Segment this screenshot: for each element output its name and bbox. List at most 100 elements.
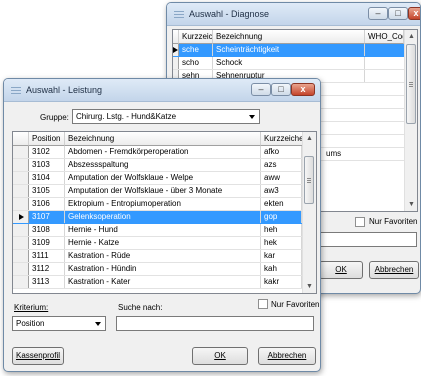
table-row[interactable]: 3104 Amputation der Wolfsklaue - Welpe aww bbox=[13, 172, 302, 185]
cell-position: 3106 bbox=[29, 198, 65, 210]
ok-button[interactable]: OK bbox=[192, 347, 248, 365]
cancel-button-label: Abbrechen bbox=[374, 265, 414, 274]
row-indicator bbox=[13, 263, 29, 275]
ok-button-label: OK bbox=[214, 351, 226, 360]
row-indicator bbox=[13, 250, 29, 262]
thumb-grip bbox=[409, 82, 413, 83]
leistung-grid[interactable]: Position Bezeichnung Kurzzeichen 3102Abd… bbox=[12, 131, 317, 294]
current-row-pointer-icon bbox=[19, 214, 24, 220]
cell-kurzzeichen: aww bbox=[261, 172, 302, 184]
cell-kurzzeichen: scho bbox=[179, 57, 213, 69]
thumb-grip bbox=[409, 84, 413, 85]
maximize-button[interactable]: □ bbox=[271, 83, 291, 96]
table-row[interactable]: 3105 Amputation der Wolfsklaue - über 3 M… bbox=[13, 185, 302, 198]
cell-position: 3104 bbox=[29, 172, 65, 184]
scrollbar-thumb[interactable] bbox=[304, 156, 314, 204]
cell-position: 3111 bbox=[29, 250, 65, 262]
table-row[interactable]: scho Schock bbox=[173, 57, 404, 70]
cell-bezeichnung: Abdomen - Fremdkörperoperation bbox=[65, 146, 261, 158]
app-icon bbox=[11, 87, 21, 94]
cell-kurzzeichen: sche bbox=[179, 44, 213, 56]
cell-kurzzeichen: hek bbox=[261, 237, 302, 249]
table-row[interactable]: sche Scheinträchtigkeit bbox=[173, 44, 404, 57]
row-indicator bbox=[13, 224, 29, 236]
criterion-select-value: Position bbox=[16, 319, 45, 328]
scroll-down-icon[interactable]: ▼ bbox=[303, 280, 316, 293]
cell-bezeichnung: Kastration - Rüde bbox=[65, 250, 261, 262]
table-row[interactable]: 3109 Hernie - Katze hek bbox=[13, 237, 302, 250]
criterion-select[interactable]: Position bbox=[12, 316, 106, 331]
table-row[interactable]: 3106 Ektropium - Entropiumoperation ekten bbox=[13, 198, 302, 211]
cancel-button-label: Abbrechen bbox=[267, 351, 307, 360]
table-row[interactable]: 3113 Kastration - Kater kakr bbox=[13, 276, 302, 289]
scroll-up-icon[interactable]: ▲ bbox=[303, 132, 316, 145]
close-icon: x bbox=[413, 8, 419, 18]
table-row[interactable]: 3102 Abdomen - Fremdkörperoperation afko bbox=[13, 146, 302, 159]
leistung-window: Auswahl - Leistung – □ x Gruppe: Chirurg… bbox=[3, 78, 321, 372]
chevron-down-icon bbox=[95, 322, 101, 326]
criterion-label: Kriterium: bbox=[14, 303, 49, 312]
leistung-titlebar[interactable]: Auswahl - Leistung – □ x bbox=[4, 79, 320, 102]
cell-bezeichnung: Kastration - Hündin bbox=[65, 263, 261, 275]
favorites-checkbox[interactable] bbox=[258, 299, 268, 309]
cell-kurzzeichen: kah bbox=[261, 263, 302, 275]
leistung-title: Auswahl - Leistung bbox=[26, 85, 103, 95]
cell-kurzzeichen: gop bbox=[261, 211, 302, 223]
table-row[interactable]: 3108 Hernie - Hund heh bbox=[13, 224, 302, 237]
thumb-grip bbox=[307, 182, 311, 183]
app-icon bbox=[174, 11, 184, 18]
cell-bezeichnung: Hernie - Hund bbox=[65, 224, 261, 236]
cell-position: 3102 bbox=[29, 146, 65, 158]
row-indicator bbox=[13, 172, 29, 184]
close-button[interactable]: x bbox=[408, 7, 420, 20]
table-row[interactable]: 3107 Gelenksoperation gop bbox=[13, 211, 302, 224]
cell-position: 3103 bbox=[29, 159, 65, 171]
column-header-bezeichnung[interactable]: Bezeichnung bbox=[213, 30, 365, 44]
group-select-value: Chirurg. Lstg. - Hund&Katze bbox=[76, 112, 177, 121]
favorites-checkbox[interactable] bbox=[355, 217, 365, 227]
table-row[interactable]: 3103 Abszessspaltung azs bbox=[13, 159, 302, 172]
cell-bezeichnung: Gelenksoperation bbox=[65, 211, 261, 223]
diagnose-scrollbar[interactable]: ▲ ▼ bbox=[404, 30, 417, 211]
maximize-icon: □ bbox=[278, 84, 284, 94]
column-header-kurzzeichen[interactable]: Kurzzeichen bbox=[261, 132, 303, 146]
close-button[interactable]: x bbox=[291, 83, 315, 96]
search-input[interactable] bbox=[116, 316, 314, 331]
minimize-button[interactable]: – bbox=[251, 83, 271, 96]
thumb-grip bbox=[307, 180, 311, 181]
current-row-pointer-icon bbox=[173, 47, 178, 53]
ok-button[interactable]: OK bbox=[319, 261, 363, 279]
cell-bezeichnung: Schock bbox=[213, 57, 365, 69]
row-indicator bbox=[13, 159, 29, 171]
scroll-up-icon[interactable]: ▲ bbox=[405, 30, 417, 43]
column-header-indicator bbox=[13, 132, 29, 146]
diagnose-title: Auswahl - Diagnose bbox=[189, 9, 270, 19]
table-row[interactable]: 3111 Kastration - Rüde kar bbox=[13, 250, 302, 263]
kassenprofil-button[interactable]: Kassenprofil bbox=[12, 347, 64, 365]
cell-bezeichnung: Ektropium - Entropiumoperation bbox=[65, 198, 261, 210]
group-select[interactable]: Chirurg. Lstg. - Hund&Katze bbox=[72, 109, 260, 124]
cell-bezeichnung: Amputation der Wolfsklaue - über 3 Monat… bbox=[65, 185, 261, 197]
column-header-who-code[interactable]: WHO_Code bbox=[365, 30, 404, 44]
column-header-position[interactable]: Position bbox=[29, 132, 65, 146]
cell-position: 3109 bbox=[29, 237, 65, 249]
cancel-button[interactable]: Abbrechen bbox=[258, 347, 316, 365]
row-indicator bbox=[13, 276, 29, 288]
column-header-bezeichnung[interactable]: Bezeichnung bbox=[65, 132, 261, 146]
table-row[interactable]: 3112 Kastration - Hündin kah bbox=[13, 263, 302, 276]
cell-bezeichnung: Kastration - Kater bbox=[65, 276, 261, 288]
cell-position: 3105 bbox=[29, 185, 65, 197]
cell-kurzzeichen: afko bbox=[261, 146, 302, 158]
maximize-button[interactable]: □ bbox=[388, 7, 408, 20]
leistung-scrollbar[interactable]: ▲ ▼ bbox=[302, 132, 316, 293]
search-label: Suche nach: bbox=[118, 303, 163, 312]
scroll-down-icon[interactable]: ▼ bbox=[405, 198, 417, 211]
cancel-button[interactable]: Abbrechen bbox=[369, 261, 419, 279]
scrollbar-thumb[interactable] bbox=[406, 44, 416, 124]
chevron-down-icon bbox=[249, 115, 255, 119]
favorites-label: Nur Favoriten bbox=[271, 300, 320, 309]
search-field[interactable] bbox=[317, 232, 417, 247]
minimize-button[interactable]: – bbox=[368, 7, 388, 20]
diagnose-titlebar[interactable]: Auswahl - Diagnose – □ x bbox=[167, 3, 420, 26]
column-header-kurzzeichen[interactable]: Kurzzeichen bbox=[179, 30, 213, 44]
